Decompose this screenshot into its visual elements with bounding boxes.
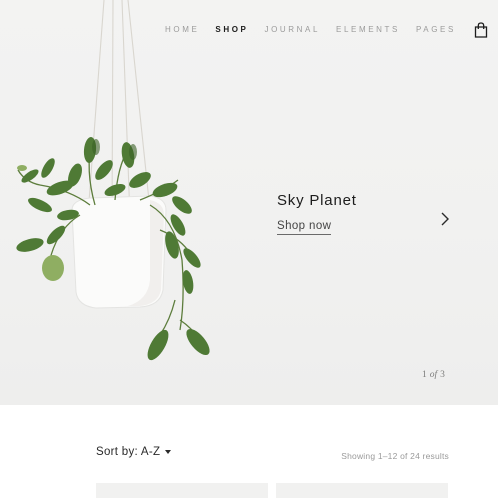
nav-item-home[interactable]: HOME — [165, 22, 199, 38]
sort-dropdown[interactable]: Sort by: A-Z — [96, 446, 172, 458]
nav-item-journal[interactable]: JOURNAL — [264, 22, 320, 38]
hanging-plant-image — [16, 0, 210, 361]
slide-pager: 1 of 3 — [422, 370, 445, 380]
results-count: Showing 1–12 of 24 results — [341, 451, 449, 461]
pager-of-label: of — [429, 370, 438, 380]
chevron-right-icon[interactable] — [439, 210, 451, 228]
shopping-bag-icon[interactable] — [474, 22, 488, 38]
main-nav: HOME SHOP JOURNAL ELEMENTS PAGES — [165, 22, 488, 38]
slide-title: Sky Planet — [277, 192, 357, 209]
product-card[interactable] — [276, 483, 448, 498]
nav-item-pages[interactable]: PAGES — [416, 22, 456, 38]
shop-page: HOME SHOP JOURNAL ELEMENTS PAGES Sky Pla… — [0, 0, 498, 498]
caret-down-icon — [165, 450, 172, 454]
nav-item-shop[interactable]: SHOP — [215, 22, 248, 38]
sort-label: Sort by: A-Z — [96, 446, 161, 458]
pager-current: 1 — [422, 370, 427, 380]
nav-item-elements[interactable]: ELEMENTS — [336, 22, 400, 38]
product-card[interactable] — [96, 483, 268, 498]
shop-now-link[interactable]: Shop now — [277, 219, 332, 235]
hero-slider: HOME SHOP JOURNAL ELEMENTS PAGES Sky Pla… — [0, 0, 498, 405]
pager-total: 3 — [440, 370, 445, 380]
